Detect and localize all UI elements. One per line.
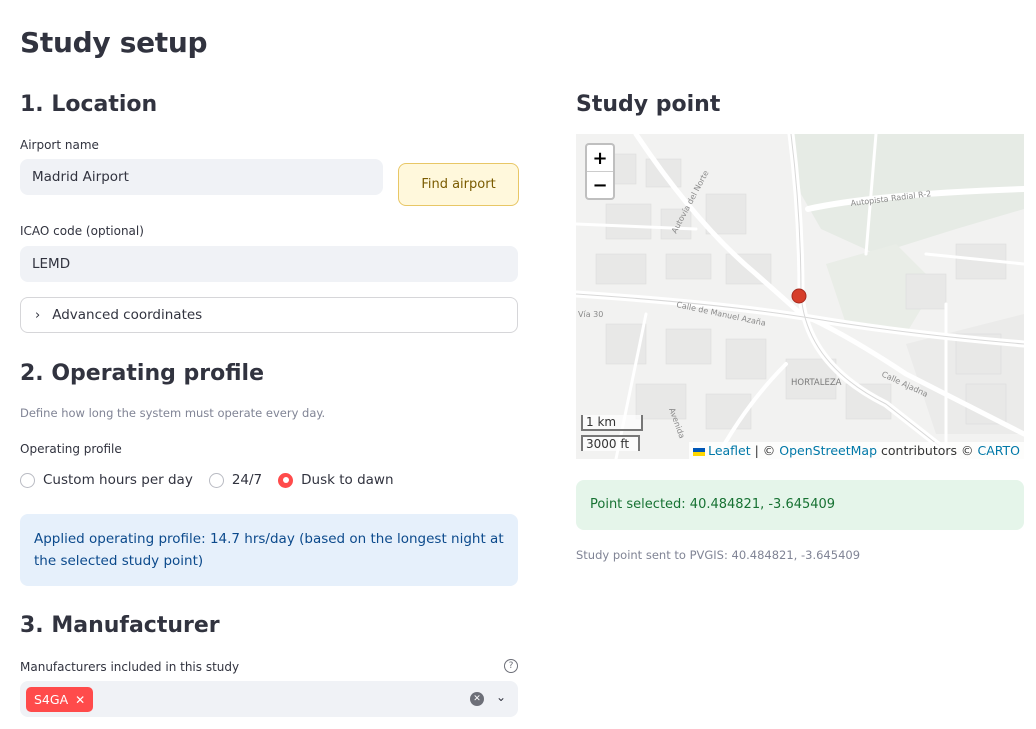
chevron-down-icon[interactable]: ⌄: [496, 690, 506, 704]
scale-imperial: 3000 ft: [581, 435, 640, 451]
radio-circle: [20, 472, 35, 488]
study-point-map[interactable]: Autopista Radial R-2 Autovía del Norte C…: [576, 134, 1024, 459]
operating-profile-radio-group: Custom hours per day 24/7 Dusk to dawn: [20, 472, 410, 488]
attrib-contributors: contributors ©: [877, 443, 978, 458]
help-icon[interactable]: ?: [504, 659, 518, 673]
map-tiles: Autopista Radial R-2 Autovía del Norte C…: [576, 134, 1024, 459]
radio-circle-selected: [278, 472, 294, 488]
icao-code-label: ICAO code (optional): [20, 224, 144, 238]
study-point-heading: Study point: [576, 92, 721, 117]
close-icon[interactable]: ✕: [75, 693, 85, 707]
operating-profile-label: Operating profile: [20, 442, 122, 456]
radio-label: Dusk to dawn: [301, 472, 394, 488]
map-label-road6: Vía 30: [578, 310, 603, 319]
location-heading: 1. Location: [20, 92, 158, 117]
zoom-out-button[interactable]: −: [587, 172, 613, 199]
carto-link[interactable]: CARTO: [977, 443, 1020, 458]
chip-label: S4GA: [34, 692, 69, 707]
radio-dusk-to-dawn[interactable]: Dusk to dawn: [278, 472, 394, 488]
pvgis-caption: Study point sent to PVGIS: 40.484821, -3…: [576, 548, 861, 562]
zoom-in-button[interactable]: +: [587, 145, 613, 172]
attrib-sep: | ©: [750, 443, 780, 458]
operating-profile-heading: 2. Operating profile: [20, 361, 264, 386]
expander-label: Advanced coordinates: [52, 307, 203, 323]
radio-label: 24/7: [231, 472, 263, 488]
chevron-right-icon: ›: [35, 307, 41, 323]
study-point-marker: [791, 288, 807, 304]
radio-24-7[interactable]: 24/7: [208, 472, 263, 488]
scale-metric: 1 km: [581, 415, 643, 431]
find-airport-button[interactable]: Find airport: [398, 163, 519, 206]
airport-name-label: Airport name: [20, 138, 99, 152]
osm-link[interactable]: OpenStreetMap: [779, 443, 877, 458]
map-label-district: HORTALEZA: [791, 378, 842, 388]
radio-label: Custom hours per day: [43, 472, 193, 488]
clear-icon[interactable]: ✕: [470, 692, 484, 706]
zoom-control: + −: [585, 143, 615, 200]
radio-circle: [208, 472, 224, 488]
operating-profile-caption: Define how long the system must operate …: [20, 406, 326, 420]
operating-profile-info: Applied operating profile: 14.7 hrs/day …: [20, 514, 518, 586]
icao-code-input[interactable]: LEMD: [20, 246, 518, 282]
radio-custom-hours[interactable]: Custom hours per day: [20, 472, 193, 488]
airport-name-input[interactable]: Madrid Airport: [20, 159, 383, 195]
advanced-coordinates-expander[interactable]: › Advanced coordinates: [20, 297, 518, 333]
map-attribution: Leaflet | © OpenStreetMap contributors ©…: [689, 442, 1024, 459]
ukraine-flag-icon: [693, 447, 706, 456]
page-title: Study setup: [20, 26, 208, 59]
manufacturers-label: Manufacturers included in this study: [20, 660, 240, 674]
manufacturers-multiselect[interactable]: S4GA ✕ ✕ ⌄: [20, 681, 518, 717]
manufacturer-chip[interactable]: S4GA ✕: [26, 687, 94, 712]
point-selected-alert: Point selected: 40.484821, -3.645409: [576, 480, 1024, 530]
manufacturer-heading: 3. Manufacturer: [20, 613, 220, 638]
leaflet-link[interactable]: Leaflet: [708, 443, 751, 458]
